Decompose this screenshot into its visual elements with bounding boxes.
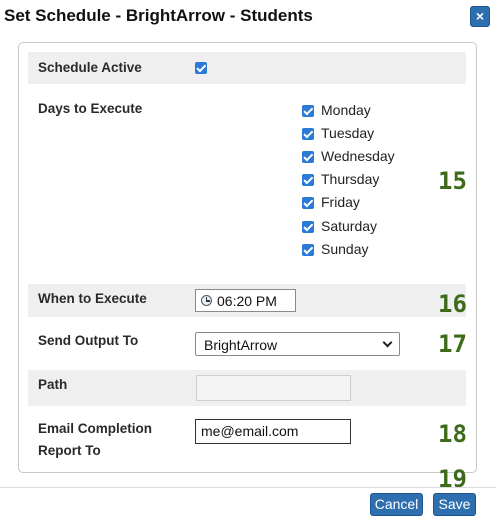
day-label-wednesday: Wednesday (321, 148, 395, 164)
annotation-number: 18 (438, 420, 467, 448)
day-label-thursday: Thursday (321, 171, 380, 187)
schedule-active-label: Schedule Active (38, 60, 142, 75)
send-output-select[interactable]: BrightArrow (195, 332, 400, 356)
day-label-monday: Monday (321, 102, 371, 118)
days-to-execute-row: Days to Execute (28, 88, 466, 276)
day-checkbox-sunday[interactable] (302, 244, 314, 256)
day-checkbox-saturday[interactable] (302, 221, 314, 233)
day-checkbox-tuesday[interactable] (302, 128, 314, 140)
day-checkbox-thursday[interactable] (302, 174, 314, 186)
time-input[interactable]: 06:20 PM (195, 289, 296, 312)
footer-divider (0, 487, 496, 488)
email-value: me@email.com (201, 423, 299, 439)
annotation-number: 19 (438, 465, 467, 493)
close-icon[interactable]: × (470, 6, 490, 27)
day-label-tuesday: Tuesday (321, 125, 375, 141)
email-label-line2: Report To (38, 443, 101, 458)
day-checkbox-friday[interactable] (302, 197, 314, 209)
clock-icon (201, 295, 212, 306)
day-checkbox-wednesday[interactable] (302, 151, 314, 163)
cancel-button[interactable]: Cancel (370, 493, 423, 516)
day-label-saturday: Saturday (321, 218, 378, 234)
path-input (196, 375, 351, 401)
day-label-friday: Friday (321, 194, 360, 210)
time-value: 06:20 PM (217, 293, 277, 309)
send-output-label: Send Output To (38, 333, 139, 348)
path-label: Path (38, 377, 68, 392)
day-label-sunday: Sunday (321, 241, 369, 257)
email-input[interactable]: me@email.com (195, 419, 351, 444)
when-to-execute-label: When to Execute (38, 291, 147, 306)
email-label-line1: Email Completion (38, 421, 153, 436)
schedule-active-row: Schedule Active (28, 52, 466, 84)
dialog-titlebar: Set Schedule - BrightArrow - Students × (0, 0, 496, 33)
annotation-number: 16 (438, 290, 467, 318)
day-checkbox-monday[interactable] (302, 105, 314, 117)
days-to-execute-label: Days to Execute (38, 101, 143, 116)
save-button[interactable]: Save (433, 493, 476, 516)
chevron-down-icon (382, 337, 393, 348)
dialog-title: Set Schedule - BrightArrow - Students (4, 6, 313, 25)
send-output-value: BrightArrow (204, 337, 278, 353)
annotation-number: 17 (438, 330, 467, 358)
annotation-number: 15 (438, 167, 467, 195)
schedule-active-checkbox[interactable] (195, 62, 207, 74)
